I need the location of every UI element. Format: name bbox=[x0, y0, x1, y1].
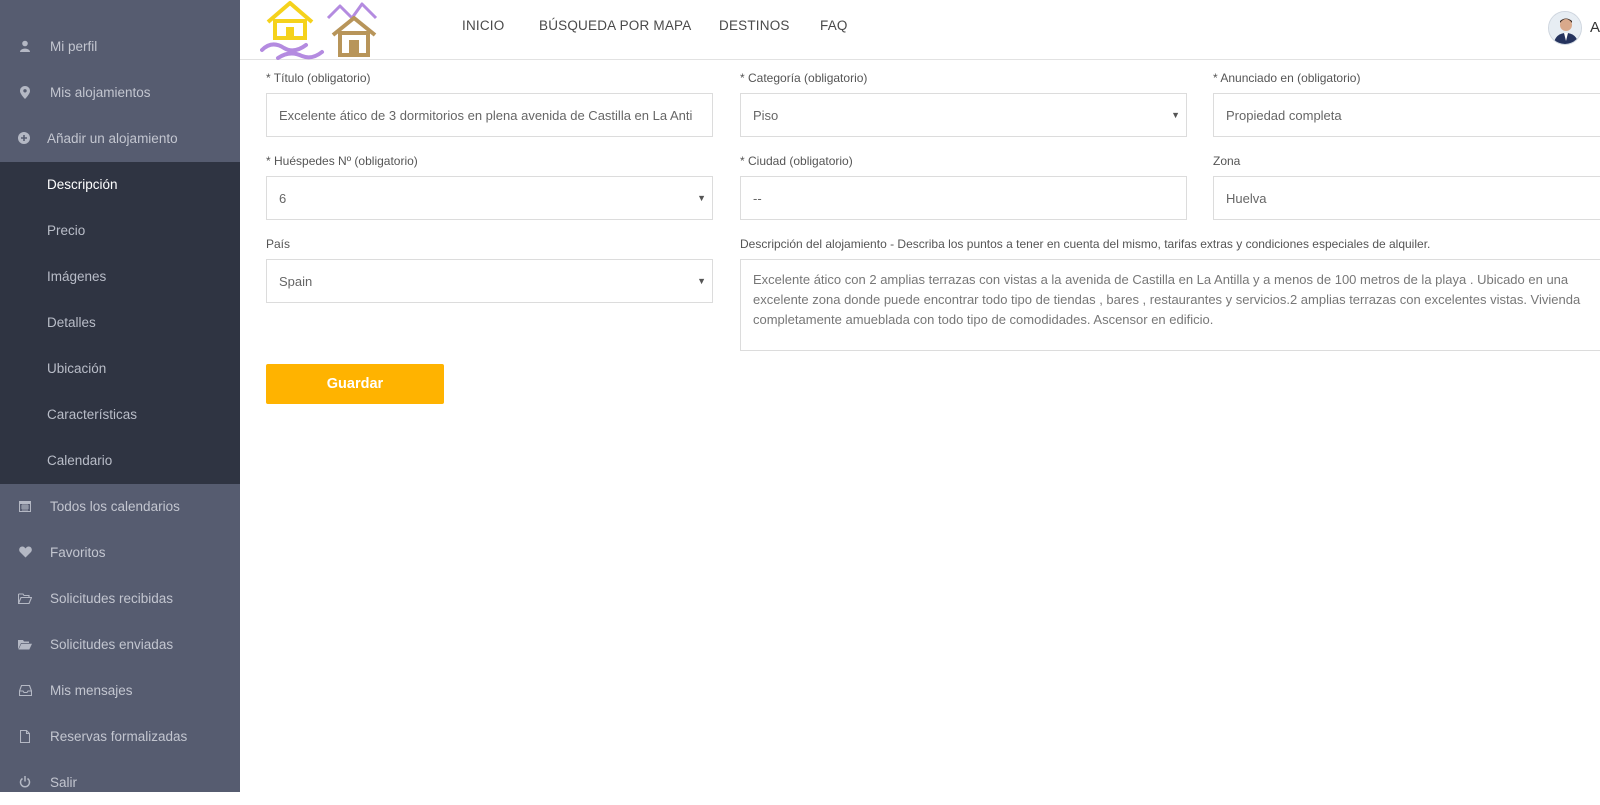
sidebar-item-label: Reservas formalizadas bbox=[50, 728, 188, 744]
file-icon bbox=[0, 729, 50, 743]
top-header: INICIO BÚSQUEDA POR MAPA DESTINOS FAQ A bbox=[240, 0, 1600, 60]
pais-value: Spain bbox=[279, 273, 313, 289]
zona-label: Zona bbox=[1213, 154, 1241, 168]
titulo-value: Excelente ático de 3 dormitorios en plen… bbox=[279, 107, 693, 123]
nav-destinos[interactable]: DESTINOS bbox=[719, 18, 790, 33]
submenu-item-imagenes[interactable]: Imágenes bbox=[47, 253, 106, 299]
categoria-label: * Categoría (obligatorio) bbox=[740, 71, 868, 85]
sidebar-item-label: Solicitudes enviadas bbox=[50, 636, 174, 652]
sidebar-item-label: Salir bbox=[50, 774, 78, 790]
sidebar-item-label: Solicitudes recibidas bbox=[50, 590, 174, 606]
chevron-down-icon: ▼ bbox=[697, 276, 706, 286]
sidebar-item-label: Mis alojamientos bbox=[50, 84, 151, 100]
pais-select[interactable]: Spain ▼ bbox=[266, 259, 713, 303]
sidebar-item-todos-calendarios[interactable]: Todos los calendarios bbox=[0, 483, 240, 529]
categoria-value: Piso bbox=[753, 107, 779, 123]
submenu-item-precio[interactable]: Precio bbox=[47, 207, 85, 253]
ciudad-value: -- bbox=[753, 190, 762, 206]
power-icon bbox=[0, 776, 50, 788]
sidebar-item-mi-perfil[interactable]: Mi perfil bbox=[0, 23, 240, 69]
descripcion-textarea[interactable]: Excelente ático con 2 amplias terrazas c… bbox=[740, 259, 1600, 351]
submenu-item-detalles[interactable]: Detalles bbox=[47, 299, 96, 345]
sidebar-item-label: Mis mensajes bbox=[50, 682, 133, 698]
anunciado-label: * Anunciado en (obligatorio) bbox=[1213, 71, 1361, 85]
submenu-item-ubicacion[interactable]: Ubicación bbox=[47, 345, 106, 391]
user-icon bbox=[0, 40, 50, 52]
map-marker-icon bbox=[0, 85, 50, 99]
descripcion-label: Descripción del alojamiento - Describa l… bbox=[740, 237, 1431, 251]
submenu-item-calendario[interactable]: Calendario bbox=[47, 437, 112, 483]
folder-icon bbox=[0, 639, 50, 650]
nav-busqueda-mapa[interactable]: BÚSQUEDA POR MAPA bbox=[539, 18, 691, 33]
huespedes-value: 6 bbox=[279, 190, 287, 206]
ciudad-label: * Ciudad (obligatorio) bbox=[740, 154, 853, 168]
submenu-item-caracteristicas[interactable]: Características bbox=[47, 391, 137, 437]
titulo-label: * Título (obligatorio) bbox=[266, 71, 371, 85]
plus-circle-icon bbox=[0, 132, 47, 144]
sidebar-item-favoritos[interactable]: Favoritos bbox=[0, 529, 240, 575]
anunciado-select[interactable]: Propiedad completa bbox=[1213, 93, 1600, 137]
huespedes-label: * Huéspedes Nº (obligatorio) bbox=[266, 154, 418, 168]
huespedes-select[interactable]: 6 ▼ bbox=[266, 176, 713, 220]
chevron-down-icon: ▼ bbox=[1171, 110, 1180, 120]
site-logo[interactable] bbox=[260, 0, 390, 60]
sidebar-item-label: Añadir un alojamiento bbox=[47, 130, 178, 146]
zona-value: Huelva bbox=[1226, 190, 1267, 206]
sidebar-item-solicitudes-recibidas[interactable]: Solicitudes recibidas bbox=[0, 575, 240, 621]
pais-label: País bbox=[266, 237, 291, 251]
sidebar-item-mis-alojamientos[interactable]: Mis alojamientos bbox=[0, 69, 240, 115]
nav-inicio[interactable]: INICIO bbox=[462, 18, 504, 33]
categoria-select[interactable]: Piso ▼ bbox=[740, 93, 1187, 137]
sidebar: Mi perfil Mis alojamientos Añadir un alo… bbox=[0, 0, 240, 792]
save-button[interactable]: Guardar bbox=[266, 364, 444, 404]
user-name-initial[interactable]: A bbox=[1590, 19, 1600, 36]
submenu-item-descripcion[interactable]: Descripción bbox=[47, 161, 118, 207]
anunciado-value: Propiedad completa bbox=[1226, 107, 1342, 123]
user-avatar[interactable] bbox=[1548, 11, 1582, 45]
sidebar-item-anadir-alojamiento[interactable]: Añadir un alojamiento bbox=[0, 115, 240, 161]
sidebar-item-label: Mi perfil bbox=[50, 38, 98, 54]
sidebar-item-mis-mensajes[interactable]: Mis mensajes bbox=[0, 667, 240, 713]
sidebar-item-label: Todos los calendarios bbox=[50, 498, 180, 514]
folder-open-icon bbox=[0, 592, 50, 604]
sidebar-item-label: Favoritos bbox=[50, 544, 106, 560]
nav-faq[interactable]: FAQ bbox=[820, 18, 848, 33]
calendar-icon bbox=[0, 500, 50, 512]
chevron-down-icon: ▼ bbox=[697, 193, 706, 203]
sidebar-item-reservas-formalizadas[interactable]: Reservas formalizadas bbox=[0, 713, 240, 759]
titulo-input[interactable]: Excelente ático de 3 dormitorios en plen… bbox=[266, 93, 713, 137]
sidebar-item-solicitudes-enviadas[interactable]: Solicitudes enviadas bbox=[0, 621, 240, 667]
sidebar-item-salir[interactable]: Salir bbox=[0, 759, 240, 805]
inbox-icon bbox=[0, 684, 50, 696]
zona-input[interactable]: Huelva bbox=[1213, 176, 1600, 220]
heart-icon bbox=[0, 546, 50, 558]
ciudad-select[interactable]: -- bbox=[740, 176, 1187, 220]
